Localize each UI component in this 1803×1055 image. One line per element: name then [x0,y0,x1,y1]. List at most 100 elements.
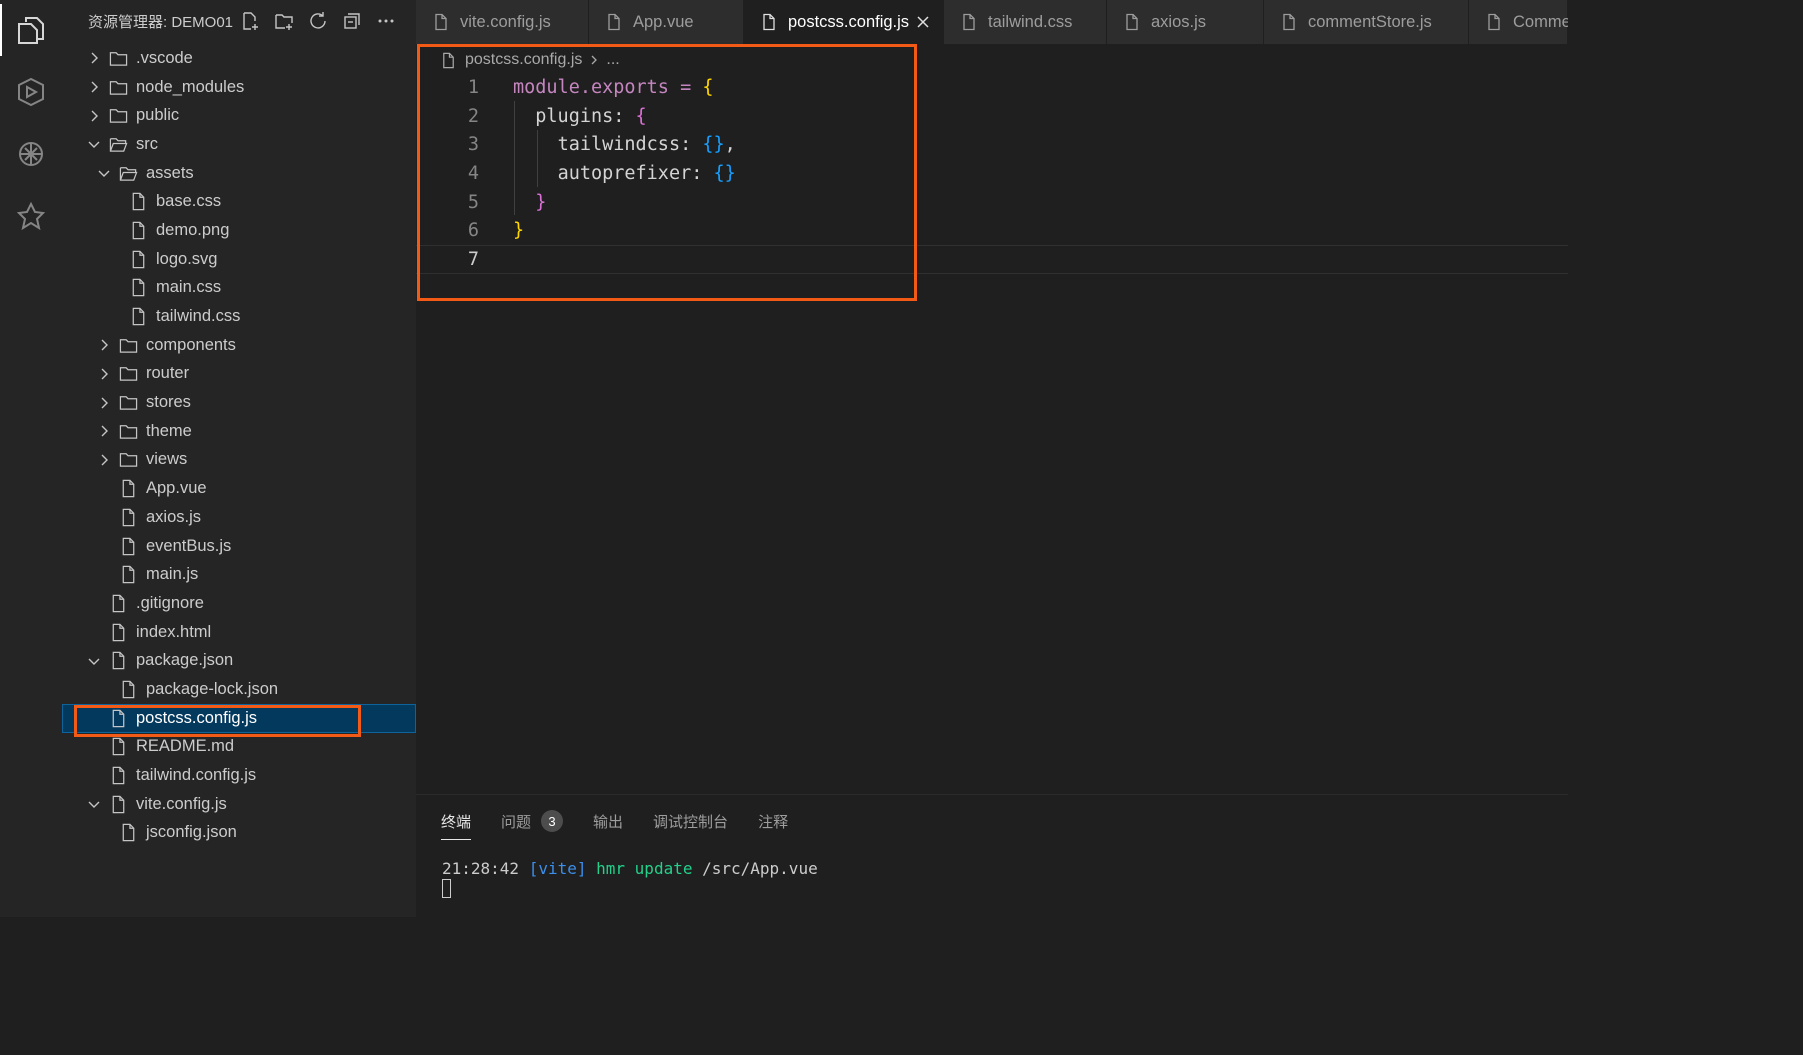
tree-folder[interactable]: node_modules [62,73,416,102]
line-number: 2 [467,105,479,127]
code-editor[interactable]: postcss.config.js ... 1 module.exports =… [416,44,1568,794]
tree-file[interactable]: jsconfig.json [62,819,416,848]
tree-folder[interactable]: theme [62,417,416,446]
chevron-right-icon[interactable] [86,50,102,66]
chevron-right-icon[interactable] [96,395,112,411]
file-icon [1123,13,1141,31]
tree-item-label: main.css [156,278,222,297]
tab-debug-console[interactable]: 调试控制台 [653,808,728,834]
tree-file[interactable]: tailwind.config.js [62,761,416,790]
editor-tab[interactable]: App.vue [589,0,744,44]
new-folder-icon[interactable] [272,9,296,33]
tree-file[interactable]: logo.svg [62,245,416,274]
file-icon [1485,13,1503,31]
code-token: } [513,220,525,242]
close-icon[interactable] [913,12,933,32]
breadcrumb[interactable]: postcss.config.js ... [440,48,620,72]
tree-file[interactable]: base.css [62,187,416,216]
file-icon [118,479,138,499]
chevron-down-icon[interactable] [86,136,102,152]
breadcrumb-rest[interactable]: ... [606,51,619,69]
tree-folder[interactable]: public [62,101,416,130]
tree-folder[interactable]: src [62,130,416,159]
tree-item-label: views [146,450,188,469]
tab-comments[interactable]: 注释 [758,808,788,834]
tree-file[interactable]: axios.js [62,503,416,532]
terminal-output[interactable]: 21:28:42 [vite] hmr update /src/App.vue [442,859,818,878]
chevron-right-icon[interactable] [96,423,112,439]
chevron-down-icon[interactable] [86,796,102,812]
tree-file[interactable]: eventBus.js [62,532,416,561]
tree-folder[interactable]: components [62,331,416,360]
ai-chat-icon[interactable] [0,124,62,184]
tree-folder[interactable]: assets [62,159,416,188]
tree-file[interactable]: main.js [62,560,416,589]
chevron-right-icon[interactable] [96,366,112,382]
chevron-right-icon[interactable] [86,108,102,124]
tree-file[interactable]: vite.config.js [62,790,416,819]
tree-item-label: index.html [136,622,212,641]
refresh-icon[interactable] [306,9,330,33]
chevron-right-icon[interactable] [96,337,112,353]
tree-folder[interactable]: stores [62,388,416,417]
editor-tab[interactable]: axios.js [1107,0,1264,44]
tree-file[interactable]: postcss.config.js [62,703,416,733]
chevron-down-icon[interactable] [96,165,112,181]
breadcrumb-file[interactable]: postcss.config.js [465,51,582,69]
chevron-right-icon[interactable] [86,79,102,95]
code-line: 6 } [416,216,1568,245]
folder-icon [118,335,138,355]
line-number: 5 [467,191,479,213]
tab-problems-label: 问题 [501,813,532,831]
code-line: 1 module.exports = { [416,73,1568,102]
tab-problems[interactable]: 问题 3 [501,808,564,834]
folder-icon [108,106,128,126]
code-area[interactable]: 1 module.exports = { 2 plugins: { 3 tail… [416,73,1568,274]
folder-icon [118,393,138,413]
line-number: 7 [467,248,479,270]
editor-tab[interactable]: Comme [1469,0,1568,44]
tree-file[interactable]: tailwind.css [62,302,416,331]
editor-tab[interactable]: postcss.config.js [744,0,944,44]
file-icon [108,622,128,642]
editor-tab[interactable]: tailwind.css [944,0,1107,44]
tree-folder[interactable]: views [62,446,416,475]
code-token: plugins [535,105,614,127]
chevron-down-icon[interactable] [86,653,102,669]
collapse-all-icon[interactable] [340,9,364,33]
editor-tab[interactable]: vite.config.js [416,0,589,44]
more-actions-icon[interactable] [374,9,398,33]
tree-file[interactable]: index.html [62,618,416,647]
tree-folder[interactable]: .vscode [62,44,416,73]
file-icon [108,651,128,671]
explorer-icon[interactable] [0,0,62,60]
editor-tab[interactable]: commentStore.js [1264,0,1469,44]
extension-icon[interactable] [0,186,62,246]
tree-file[interactable]: main.css [62,274,416,303]
line-number: 3 [467,134,479,156]
tree-folder[interactable]: router [62,360,416,389]
tree-file[interactable]: App.vue [62,474,416,503]
file-icon [118,679,138,699]
explorer-header: 资源管理器: DEMO01 [62,0,416,42]
chevron-right-icon[interactable] [96,452,112,468]
file-icon [128,192,148,212]
tree-item-label: logo.svg [156,249,218,268]
run-debug-icon[interactable] [0,62,62,122]
tree-item-label: vite.config.js [136,794,227,813]
tree-file[interactable]: .gitignore [62,589,416,618]
tree-file[interactable]: package.json [62,646,416,675]
new-file-icon[interactable] [238,9,262,33]
tab-terminal[interactable]: 终端 [441,808,472,840]
tree-file[interactable]: package-lock.json [62,675,416,704]
code-token: } [535,191,547,213]
folder-icon [118,450,138,470]
tab-label: Comme [1513,12,1568,31]
tree-item-label: tailwind.css [156,307,241,326]
tree-item-label: .gitignore [136,593,204,612]
tree-file[interactable]: demo.png [62,216,416,245]
chevron-right-icon [588,54,600,66]
tab-output[interactable]: 输出 [593,808,623,834]
tree-file[interactable]: README.md [62,733,416,762]
tree-item-label: node_modules [136,77,245,96]
